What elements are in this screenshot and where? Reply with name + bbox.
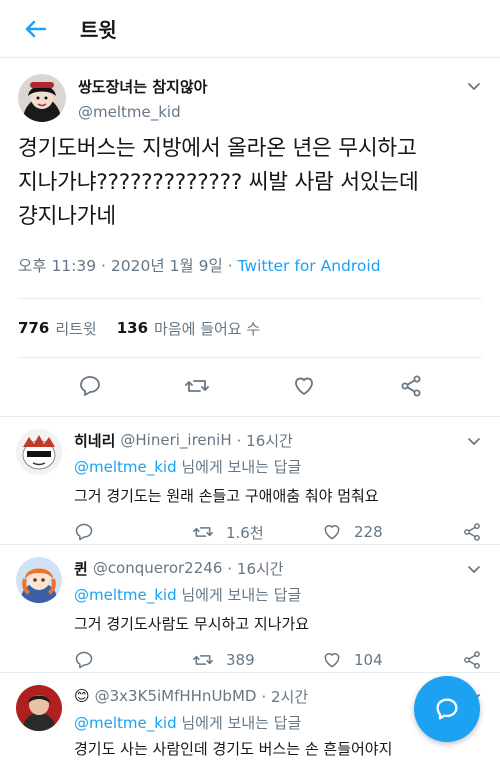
heart-icon	[324, 653, 340, 668]
reply-time: · 2시간	[261, 687, 309, 706]
mention-link[interactable]: @meltme_kid	[74, 586, 177, 604]
heart-icon	[324, 525, 340, 540]
chevron-down-icon[interactable]	[466, 78, 482, 94]
like-button[interactable]: 104	[322, 650, 422, 670]
reply-author-handle[interactable]: @Hineri_ireniH	[120, 431, 231, 449]
reply-context: @meltme_kid 님에게 보내는 답글	[74, 456, 484, 477]
avatar[interactable]	[16, 685, 62, 731]
reply-to-label: 님에게 보내는 답글	[176, 586, 302, 604]
tweet-actions	[18, 358, 482, 414]
author-handle[interactable]: @meltme_kid	[78, 103, 466, 121]
retweet-icon[interactable]	[184, 373, 210, 399]
page-title: 트윗	[80, 18, 117, 42]
retweet-button[interactable]: 1.6천	[192, 522, 322, 543]
compose-reply-icon	[436, 698, 458, 720]
top-bar: 트윗	[0, 0, 500, 58]
reply-to-label: 님에게 보내는 답글	[176, 714, 302, 732]
reply-context: @meltme_kid 님에게 보내는 답글	[74, 584, 484, 605]
reply-to-label: 님에게 보내는 답글	[176, 458, 302, 476]
like-count[interactable]: 136	[117, 319, 148, 337]
compose-reply-button[interactable]	[414, 676, 480, 742]
like-count: 228	[354, 523, 383, 541]
mention-link[interactable]: @meltme_kid	[74, 458, 177, 476]
reply-icon[interactable]	[77, 373, 103, 399]
back-arrow-icon[interactable]	[22, 16, 48, 42]
like-label[interactable]: 마음에 들어요 수	[154, 318, 260, 339]
reply-item[interactable]: 퀸 @conqueror2246 · 16시간 @meltme_kid 님에게 …	[0, 544, 500, 672]
share-icon[interactable]	[462, 650, 482, 670]
mention-link[interactable]: @meltme_kid	[74, 714, 177, 732]
share-icon[interactable]	[462, 522, 482, 542]
retweet-count: 389	[226, 651, 255, 669]
retweet-icon	[193, 655, 213, 665]
avatar[interactable]	[18, 74, 66, 122]
avatar[interactable]	[16, 557, 62, 603]
reply-time: · 16시간	[227, 559, 284, 578]
like-count: 104	[354, 651, 383, 669]
retweet-count: 1.6천	[226, 523, 264, 542]
reply-item[interactable]: 히네리 @Hineri_ireniH · 16시간 @meltme_kid 님에…	[0, 416, 500, 544]
heart-icon[interactable]	[291, 373, 317, 399]
retweet-count[interactable]: 776	[18, 319, 49, 337]
retweet-icon	[193, 527, 213, 537]
reply-text: 경기도 사는 사람인데 경기도 버스는 손 흔들어야지 니다. 안 흔들면 안타…	[74, 740, 393, 758]
tweet-text: 경기도버스는 지방에서 올라온 년은 무시하고 지나가냐????????????…	[18, 136, 419, 229]
avatar[interactable]	[16, 429, 62, 475]
reply-icon[interactable]	[74, 522, 192, 542]
author-name[interactable]: 쌍도장녀는 참지않아	[78, 76, 466, 97]
reply-icon[interactable]	[74, 650, 192, 670]
tweet-stats: 776 리트윗 136 마음에 들어요 수	[18, 299, 482, 357]
retweet-button[interactable]: 389	[192, 650, 322, 670]
reply-time: · 16시간	[236, 431, 293, 450]
timestamp-text: 오후 11:39 · 2020년 1월 9일 ·	[18, 257, 238, 275]
reply-text: 그거 경기도는 원래 손들고 구애애춤 춰야 멈춰요	[74, 487, 379, 505]
reply-author-handle[interactable]: @3x3K5iMfHHnUbMD	[95, 687, 257, 705]
main-tweet: 쌍도장녀는 참지않아 @meltme_kid 경기도버스는 지방에서 올라온 년…	[0, 58, 500, 414]
like-button[interactable]: 228	[322, 522, 422, 542]
share-icon[interactable]	[398, 373, 424, 399]
tweet-timestamp: 오후 11:39 · 2020년 1월 9일 · Twitter for And…	[18, 254, 482, 276]
chevron-down-icon[interactable]	[466, 561, 482, 581]
retweet-label[interactable]: 리트윗	[55, 318, 96, 339]
chevron-down-icon[interactable]	[466, 433, 482, 453]
reply-text: 그거 경기도사람도 무시하고 지나가요	[74, 615, 310, 633]
tweet-author: 쌍도장녀는 참지않아 @meltme_kid	[18, 68, 482, 130]
source-link[interactable]: Twitter for Android	[237, 257, 380, 275]
reply-author-handle[interactable]: @conqueror2246	[93, 559, 223, 577]
reply-author-name[interactable]: 퀸	[74, 558, 88, 579]
reply-author-name[interactable]: 😊	[74, 687, 90, 705]
reply-author-name[interactable]: 히네리	[74, 430, 115, 451]
